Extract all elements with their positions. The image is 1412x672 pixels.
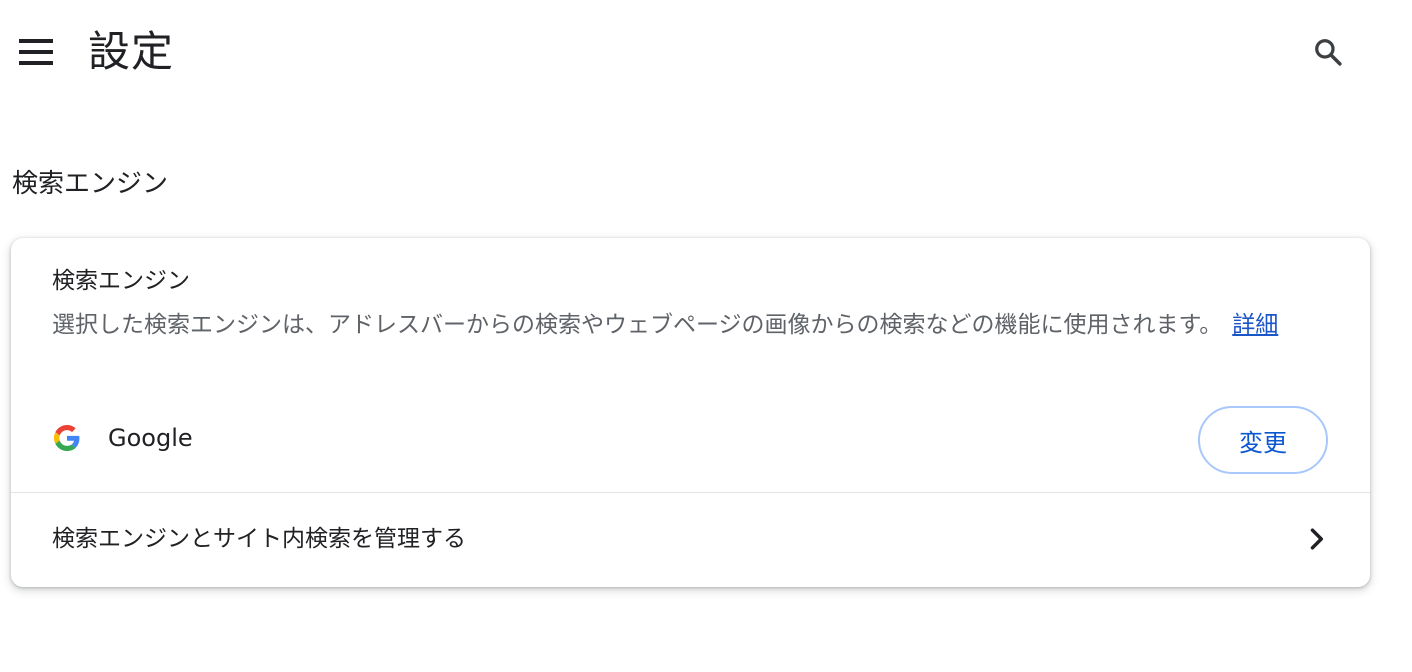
manage-search-engines-row[interactable]: 検索エンジンとサイト内検索を管理する	[11, 493, 1370, 587]
google-g-icon	[54, 425, 80, 451]
search-icon	[1315, 39, 1342, 66]
search-engine-card: 検索エンジン 選択した検索エンジンは、アドレスバーからの検索やウェブページの画像…	[11, 238, 1370, 587]
page-title: 設定	[88, 27, 175, 76]
card-title: 検索エンジン	[52, 268, 190, 294]
learn-more-link[interactable]: 詳細	[1232, 312, 1278, 338]
description-text: 選択した検索エンジンは、アドレスバーからの検索やウェブページの画像からの検索など…	[52, 312, 1223, 338]
search-settings-button[interactable]	[1306, 30, 1350, 74]
section-title: 検索エンジン	[12, 169, 169, 199]
change-engine-button[interactable]: 変更	[1198, 406, 1328, 474]
card-description: 選択した検索エンジンは、アドレスバーからの検索やウェブページの画像からの検索など…	[52, 304, 1342, 346]
hamburger-menu-icon	[19, 39, 53, 65]
manage-search-engines-label: 検索エンジンとサイト内検索を管理する	[52, 526, 466, 552]
main-menu-button[interactable]	[14, 30, 58, 74]
default-engine-row: Google 変更	[52, 406, 1332, 474]
engine-name: Google	[108, 424, 193, 452]
toolbar: 設定	[0, 0, 1412, 104]
chevron-right-icon	[1310, 528, 1323, 550]
